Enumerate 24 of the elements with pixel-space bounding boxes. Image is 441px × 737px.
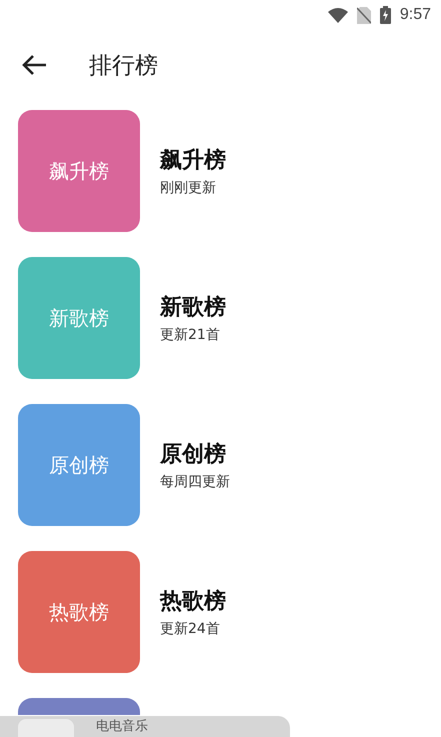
chart-subtitle: 更新21首 [160, 326, 221, 344]
chart-cover[interactable]: 飙升榜 [18, 110, 140, 232]
chart-cover[interactable]: 热歌榜 [18, 551, 140, 673]
chart-title[interactable]: 热歌榜 [160, 586, 226, 616]
chart-subtitle: 刚刚更新 [160, 179, 217, 197]
battery-charging-icon [380, 6, 391, 24]
page-title: 排行榜 [89, 52, 158, 80]
no-sim-icon [356, 6, 371, 24]
chart-cover[interactable] [18, 698, 140, 715]
cover-label: 原创榜 [49, 452, 109, 478]
chart-title[interactable]: 飙升榜 [160, 145, 226, 175]
wifi-icon [328, 8, 348, 22]
mini-player-bar[interactable]: 电电音乐 [0, 716, 290, 737]
chart-title[interactable]: 原创榜 [160, 439, 230, 469]
player-title: 电电音乐 [96, 719, 148, 735]
cover-label: 新歌榜 [49, 304, 109, 332]
cover-label: 热歌榜 [49, 598, 109, 626]
chart-subtitle: 每周四更新 [160, 473, 230, 491]
status-time: 9:57 [400, 6, 431, 24]
back-arrow-icon[interactable] [21, 54, 47, 76]
chart-cover[interactable]: 原创榜 [18, 404, 140, 526]
cover-label: 飙升榜 [49, 158, 109, 184]
chart-subtitle: 更新24首 [160, 620, 221, 638]
chart-title[interactable]: 新歌榜 [160, 292, 226, 322]
